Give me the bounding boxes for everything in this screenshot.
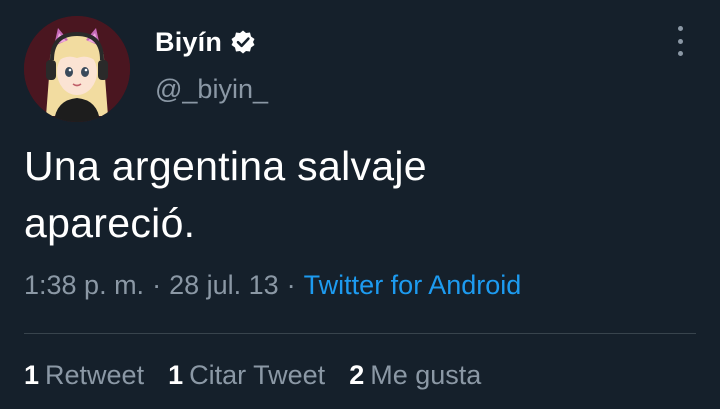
meta-separator: · xyxy=(152,270,162,300)
retweets-stat[interactable]: 1 Retweet xyxy=(24,360,144,391)
more-options-icon[interactable] xyxy=(670,26,690,56)
meta-separator: · xyxy=(286,270,296,300)
retweets-label: Retweet xyxy=(45,360,145,390)
tweet-text-line: Una argentina salvaje xyxy=(24,143,427,189)
verified-badge-icon xyxy=(230,29,256,55)
dot xyxy=(677,38,683,44)
author-display-name[interactable]: Biyín xyxy=(155,27,222,58)
dot xyxy=(677,51,683,56)
quotes-count: 1 xyxy=(168,360,184,390)
tweet-time[interactable]: 1:38 p. m. xyxy=(24,270,144,300)
tweet-meta: 1:38 p. m. · 28 jul. 13 · Twitter for Androi… xyxy=(24,270,521,301)
author-handle[interactable]: @_biyin_ xyxy=(155,74,268,105)
tweet-text-line: apareció. xyxy=(24,200,196,246)
likes-count: 2 xyxy=(349,360,365,390)
dot xyxy=(677,26,683,31)
avatar[interactable] xyxy=(24,16,130,122)
divider xyxy=(24,333,696,334)
retweets-count: 1 xyxy=(24,360,40,390)
likes-label: Me gusta xyxy=(370,360,482,390)
tweet-date[interactable]: 28 jul. 13 xyxy=(169,270,279,300)
tweet-source-link[interactable]: Twitter for Android xyxy=(304,270,522,300)
tweet-stats: 1 Retweet 1 Citar Tweet 2 Me gusta xyxy=(24,360,505,391)
avatar-illustration xyxy=(24,16,130,122)
tweet-text: Una argentina salvaje apareció. xyxy=(24,138,684,252)
quotes-label: Citar Tweet xyxy=(189,360,326,390)
quotes-stat[interactable]: 1 Citar Tweet xyxy=(168,360,325,391)
likes-stat[interactable]: 2 Me gusta xyxy=(349,360,481,391)
author-name-row: Biyín xyxy=(155,24,256,60)
tweet-card: Biyín @_biyin_ Una argentina salvaje apa… xyxy=(0,0,720,409)
